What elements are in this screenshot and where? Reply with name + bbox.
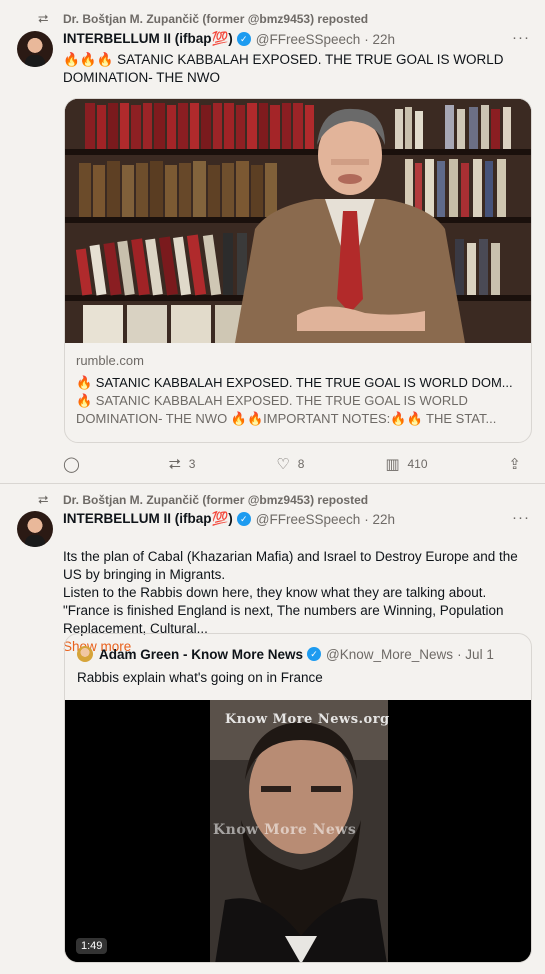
repost-button[interactable]: ⮂ 3 <box>169 455 196 473</box>
video-watermark-mid: Know More News <box>213 822 357 838</box>
quote-author-name[interactable]: Adam Green - Know More News <box>99 647 303 662</box>
more-icon[interactable]: ··· <box>512 29 530 46</box>
share-button[interactable]: ⇪ <box>508 455 529 473</box>
repost-icon: ⮂ <box>38 492 49 507</box>
quote-video[interactable]: Know More News.org Know More News 1:49 <box>65 700 531 962</box>
repost-indicator: ⮂ Dr. Boštjan M. Zupančič (former @bmz94… <box>38 492 368 508</box>
card-title: 🔥 SATANIC KABBALAH EXPOSED. THE TRUE GOA… <box>76 375 513 390</box>
quote-avatar[interactable] <box>77 646 93 662</box>
reply-button[interactable]: ◯ <box>63 455 88 473</box>
card-description: 🔥 SATANIC KABBALAH EXPOSED. THE TRUE GOA… <box>76 393 497 426</box>
more-icon[interactable]: ··· <box>512 509 530 526</box>
quoted-tweet[interactable]: Adam Green - Know More News ✓ @Know_More… <box>64 633 532 963</box>
repost-icon: ⮂ <box>38 11 49 26</box>
verified-badge-icon: ✓ <box>236 32 251 46</box>
author-name[interactable]: INTERBELLUM II (ifbap💯) <box>63 31 233 47</box>
author-handle[interactable]: @FFreeSSpeech <box>256 512 361 527</box>
tweet-2[interactable]: ⮂ Dr. Boštjan M. Zupančič (former @bmz94… <box>0 483 545 974</box>
tweet-time[interactable]: · 22h <box>364 512 395 527</box>
tweet-text-body: Its the plan of Cabal (Khazarian Mafia) … <box>63 549 518 636</box>
video-duration: 1:49 <box>76 938 108 954</box>
tweet-1[interactable]: ⮂ Dr. Boštjan M. Zupančič (former @bmz94… <box>0 0 545 483</box>
quote-header: Adam Green - Know More News ✓ @Know_More… <box>77 646 494 662</box>
tweet-text: 🔥🔥🔥 SATANIC KABBALAH EXPOSED. THE TRUE G… <box>63 52 504 85</box>
card-thumbnail <box>65 99 531 343</box>
share-icon: ⇪ <box>508 456 521 473</box>
card-domain: rumble.com <box>76 353 144 368</box>
like-count: 8 <box>297 457 305 471</box>
repost-by-text: Dr. Boštjan M. Zupančič (former @bmz9453… <box>63 12 369 26</box>
repost-icon: ⮂ <box>168 455 181 473</box>
heart-icon: ♡ <box>276 456 290 473</box>
quote-handle[interactable]: @Know_More_News <box>326 647 453 662</box>
timeline-feed: ⮂ Dr. Boštjan M. Zupančič (former @bmz94… <box>0 0 545 974</box>
repost-count: 3 <box>188 457 196 471</box>
tweet-time[interactable]: · 22h <box>364 32 395 47</box>
avatar[interactable] <box>17 31 53 67</box>
reply-icon: ◯ <box>63 456 80 473</box>
verified-badge-icon: ✓ <box>307 647 322 661</box>
author-handle[interactable]: @FFreeSSpeech <box>256 32 361 47</box>
tweet-header: INTERBELLUM II (ifbap💯) ✓ @FFreeSSpeech … <box>63 511 395 527</box>
author-name[interactable]: INTERBELLUM II (ifbap💯) <box>63 511 233 527</box>
tweet-header: INTERBELLUM II (ifbap💯) ✓ @FFreeSSpeech … <box>63 31 395 47</box>
views-icon: ▥ <box>385 456 400 473</box>
avatar[interactable] <box>17 511 53 547</box>
tweet-actions: ◯ ⮂ 3 ♡ 8 ▥ 410 ⇪ <box>63 455 529 474</box>
quote-time[interactable]: · Jul 1 <box>457 647 494 662</box>
like-button[interactable]: ♡ 8 <box>276 455 304 473</box>
link-card[interactable]: rumble.com 🔥 SATANIC KABBALAH EXPOSED. T… <box>64 98 532 443</box>
quote-text: Rabbis explain what's going on in France <box>77 670 323 685</box>
views-button[interactable]: ▥ 410 <box>385 455 427 473</box>
verified-badge-icon: ✓ <box>236 512 251 526</box>
repost-indicator: ⮂ Dr. Boštjan M. Zupančič (former @bmz94… <box>38 11 368 27</box>
video-watermark-top: Know More News.org <box>225 712 390 727</box>
repost-by-text: Dr. Boštjan M. Zupančič (former @bmz9453… <box>63 493 369 507</box>
views-count: 410 <box>407 457 428 471</box>
